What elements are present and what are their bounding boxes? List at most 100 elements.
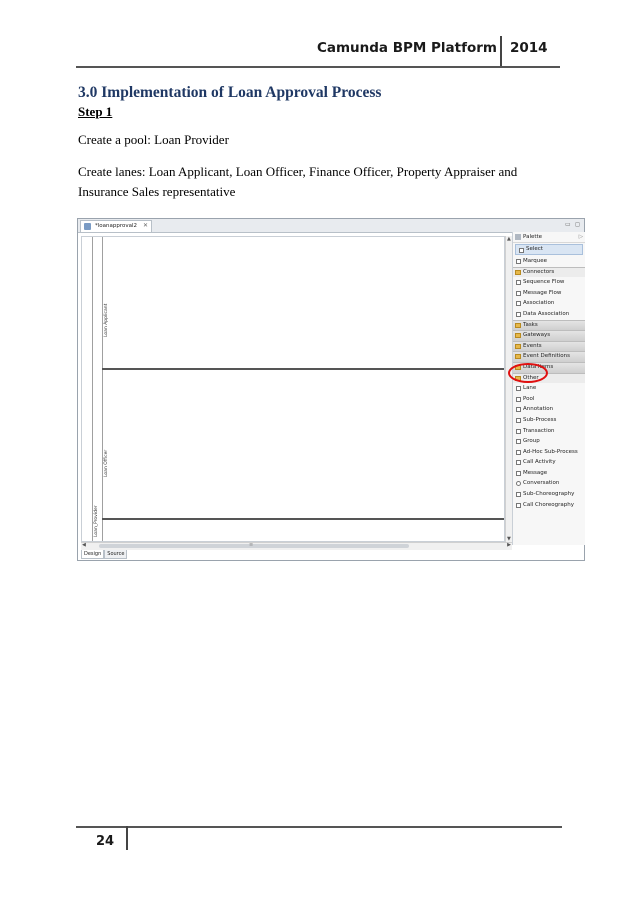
palette-drawer-events[interactable]: Events (513, 340, 585, 352)
palette-item-message-flow[interactable]: Message Flow (513, 288, 585, 299)
grip-icon: ≡ (249, 542, 254, 548)
running-header-year: 2014 (510, 40, 548, 56)
header-separator (500, 36, 502, 66)
palette-item-label: Sub-Process (523, 416, 557, 423)
drawer-label: Event Definitions (523, 353, 571, 360)
select-arrow-icon (519, 248, 524, 253)
palette-item-pool[interactable]: Pool (513, 394, 585, 405)
palette-item-label: Data Association (523, 310, 570, 317)
bpmn-file-icon (84, 223, 91, 230)
pool-label-loan-provider[interactable]: Loan_Provider (94, 505, 99, 537)
editor-tab[interactable]: *loanapproval2 ✕ (80, 220, 152, 232)
marquee-icon (516, 259, 521, 264)
palette-panel: Palette ▷ Select Marquee Connectors Sequ… (512, 232, 585, 545)
pool-label-band (92, 237, 93, 541)
folder-icon (515, 269, 521, 275)
lane-label-loan-applicant[interactable]: Loan Applicant (104, 304, 109, 337)
tab-design[interactable]: Design (81, 550, 105, 559)
palette-item-label: Lane (523, 385, 537, 392)
scroll-left-icon[interactable]: ◀ (82, 542, 86, 548)
palette-header: Palette ▷ (513, 232, 585, 243)
highlight-circle (508, 363, 548, 383)
palette-item-sequence-flow[interactable]: Sequence Flow (513, 277, 585, 288)
palette-item-association[interactable]: Association (513, 298, 585, 309)
palette-drawer-gateways[interactable]: Gateways (513, 330, 585, 341)
palette-item-label: Message (523, 469, 548, 476)
palette-item-label: Call Choreography (523, 501, 574, 508)
palette-item-message[interactable]: Message (513, 468, 585, 479)
scroll-right-icon[interactable]: ▶ (507, 542, 511, 548)
lane-divider (102, 368, 504, 370)
palette-item-call-choreography[interactable]: Call Choreography (513, 500, 585, 511)
palette-collapse-icon[interactable]: ▷ (579, 234, 583, 240)
association-icon (516, 301, 521, 307)
lane-label-loan-officer[interactable]: Loan Officer (104, 450, 109, 477)
close-icon[interactable]: ✕ (143, 222, 148, 229)
bpmn-editor-screenshot: *loanapproval2 ✕ ▭ ◻ Loan Applicant Loan… (77, 218, 585, 561)
palette-item-label: Call Activity (523, 459, 556, 466)
editor-tab-bar: *loanapproval2 ✕ ▭ ◻ (78, 219, 584, 233)
palette-item-label: Marquee (523, 258, 548, 264)
conversation-icon (516, 481, 521, 487)
footer-separator (126, 826, 128, 850)
horizontal-scrollbar[interactable]: ◀ ≡ ▶ (81, 542, 512, 550)
palette-tool-select[interactable]: Select (515, 244, 583, 255)
minimize-icon[interactable]: ▭ (565, 221, 571, 228)
palette-item-annotation[interactable]: Annotation (513, 404, 585, 415)
section-heading: 3.0 Implementation of Loan Approval Proc… (78, 84, 382, 101)
editor-bottom-tabs: Design Source (81, 550, 128, 560)
palette-item-label: Transaction (523, 427, 555, 434)
palette-title: Palette (523, 234, 543, 240)
sub-process-icon (516, 417, 521, 423)
palette-item-data-association[interactable]: Data Association (513, 309, 585, 320)
palette-item-label: Select (526, 246, 543, 252)
palette-item-label: Annotation (523, 406, 554, 413)
group-icon (516, 439, 521, 445)
palette-item-lane[interactable]: Lane (513, 383, 585, 394)
paragraph-pool: Create a pool: Loan Provider (78, 132, 229, 147)
running-header-title: Camunda BPM Platform (316, 40, 497, 56)
transaction-icon (516, 428, 521, 434)
palette-item-sub-process[interactable]: Sub-Process (513, 415, 585, 426)
editor-tab-label: *loanapproval2 (95, 223, 138, 229)
lane-icon (516, 386, 521, 392)
palette-item-ad-hoc-sub-process[interactable]: Ad-Hoc Sub-Process (513, 447, 585, 458)
drawer-label: Events (523, 342, 542, 349)
palette-item-call-activity[interactable]: Call Activity (513, 457, 585, 468)
footer-rule (76, 826, 562, 828)
folder-icon (515, 322, 521, 328)
pool-icon (516, 396, 521, 402)
palette-item-label: Pool (523, 395, 535, 402)
folder-icon (515, 354, 521, 360)
scrollbar-thumb[interactable] (99, 544, 409, 548)
palette-item-transaction[interactable]: Transaction (513, 426, 585, 437)
header-rule (76, 66, 560, 68)
sequence-flow-icon (516, 280, 521, 286)
paragraph-lanes: Create lanes: Loan Applicant, Loan Offic… (78, 164, 518, 199)
palette-item-label: Sequence Flow (523, 279, 565, 286)
message-flow-icon (516, 290, 521, 296)
palette-drawer-event-definitions[interactable]: Event Definitions (513, 351, 585, 362)
palette-item-conversation[interactable]: Conversation (513, 478, 585, 489)
maximize-icon[interactable]: ◻ (575, 221, 580, 228)
lane-divider (102, 518, 504, 520)
palette-drawer-tasks[interactable]: Tasks (513, 319, 585, 331)
diagram-canvas[interactable]: Loan Applicant Loan Officer Loan_Provide… (81, 236, 505, 542)
palette-item-label: Group (523, 438, 540, 445)
drawer-label: Tasks (523, 321, 538, 328)
ad-hoc-icon (516, 449, 521, 455)
palette-item-group[interactable]: Group (513, 436, 585, 447)
palette-item-label: Association (523, 300, 555, 307)
lane-label-band (102, 237, 103, 541)
drawer-label: Connectors (523, 268, 555, 275)
palette-tool-marquee[interactable]: Marquee (513, 256, 585, 267)
palette-item-label: Ad-Hoc Sub-Process (523, 448, 578, 455)
scroll-up-icon[interactable]: ▲ (507, 236, 511, 242)
drawer-label: Gateways (523, 332, 551, 339)
palette-item-sub-choreography[interactable]: Sub-Choreography (513, 489, 585, 500)
message-icon (516, 470, 521, 476)
palette-icon (515, 234, 521, 240)
tab-source[interactable]: Source (104, 550, 128, 559)
palette-item-label: Message Flow (523, 289, 562, 296)
palette-drawer-connectors[interactable]: Connectors (513, 266, 585, 278)
